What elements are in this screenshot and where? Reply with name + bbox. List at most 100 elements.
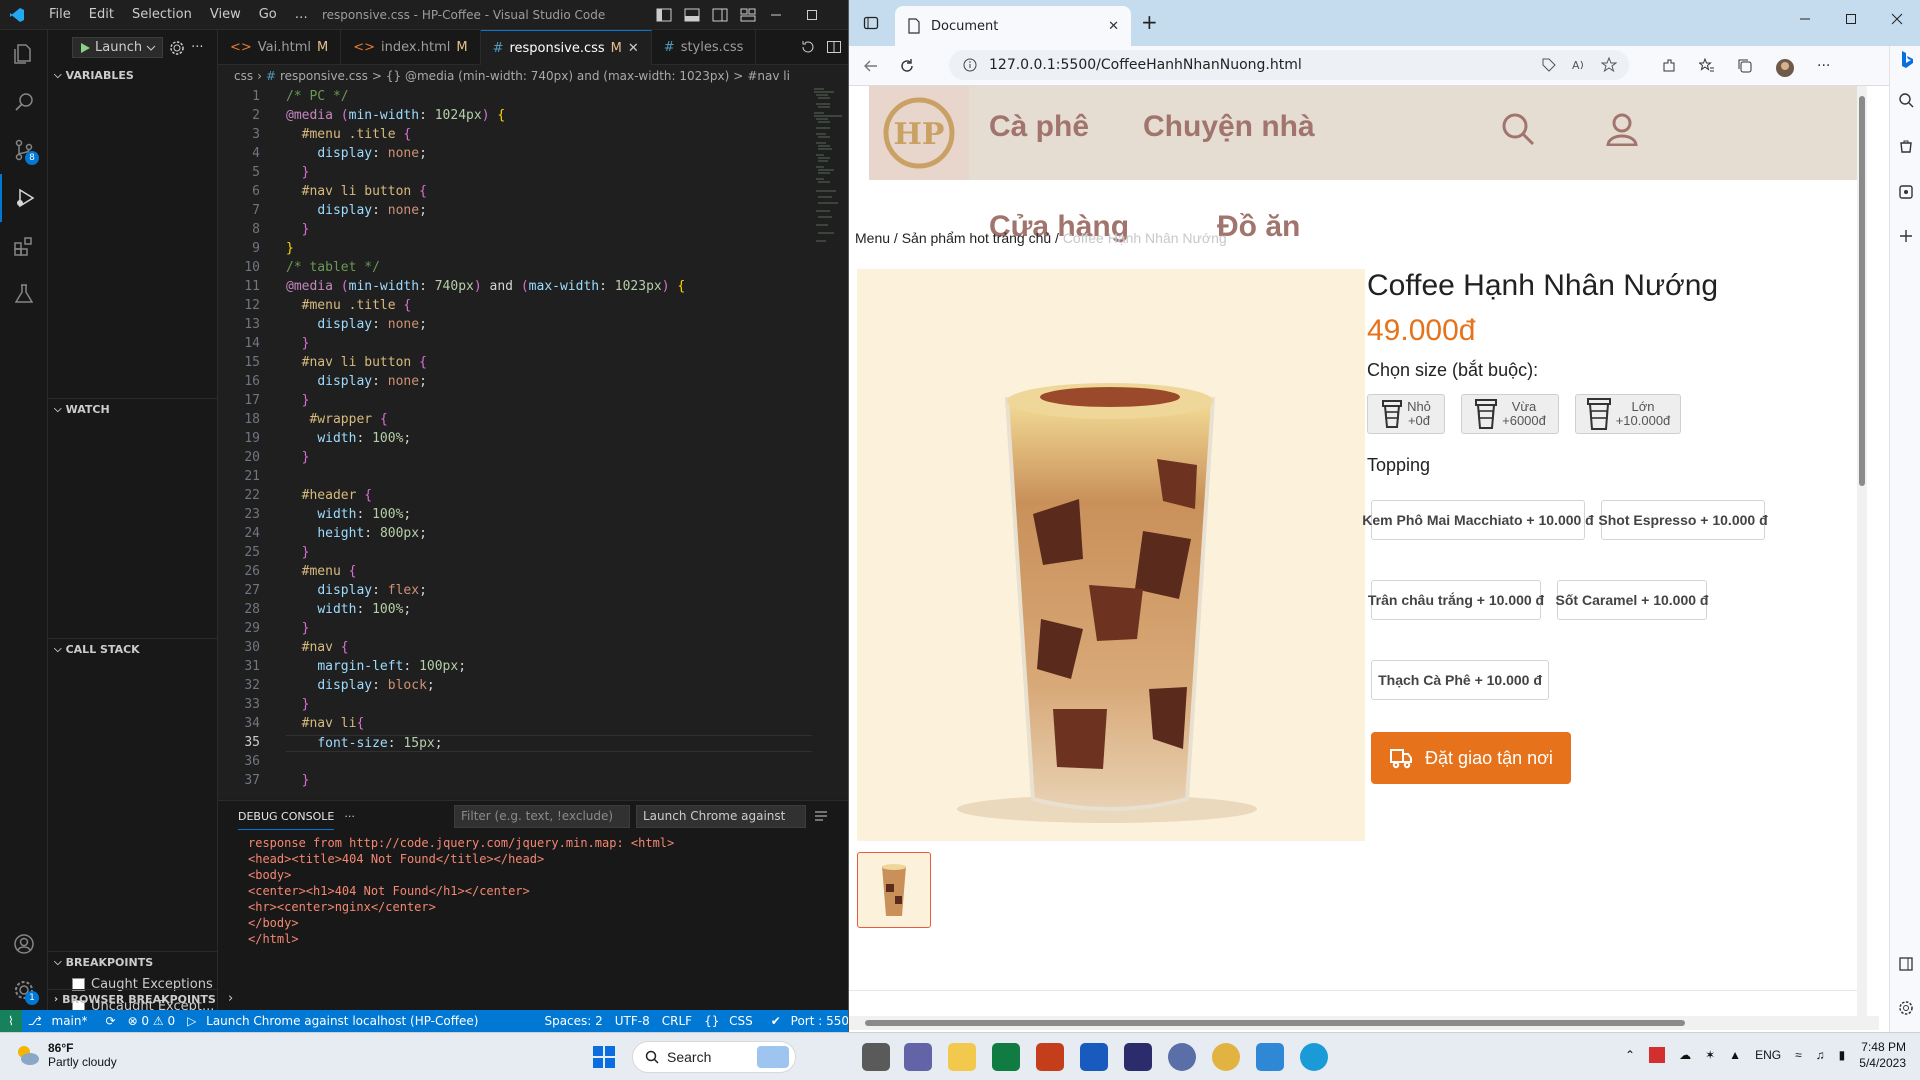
menu-more[interactable]: … [286,7,317,22]
watch-section[interactable]: ⌵ WATCH [48,398,218,420]
extensions-icon[interactable] [1661,58,1677,74]
search-icon[interactable] [1501,112,1535,146]
tray-app-icon[interactable] [1649,1047,1666,1063]
toggle-secondary-sidebar-icon[interactable] [712,7,728,23]
scroll-thumb[interactable] [865,1020,1685,1026]
clear-console-icon[interactable] [814,809,828,823]
extensions-icon[interactable] [0,222,48,270]
new-tab-icon[interactable]: + [1141,10,1158,34]
call-stack-section[interactable]: ⌵ CALL STACK [48,638,218,660]
weather-widget[interactable]: 86°F Partly cloudy [14,1041,117,1069]
tools-icon[interactable] [1898,184,1914,200]
problems-status[interactable]: ⊗ 0 ⚠ 0 [122,1014,182,1028]
close-icon[interactable] [1891,12,1903,26]
refresh-icon[interactable] [899,58,915,74]
horizontal-scrollbar[interactable] [849,1016,1879,1030]
menu-selection[interactable]: Selection [123,7,201,22]
add-sidebar-app-icon[interactable] [1898,228,1914,244]
start-debugging-icon[interactable] [79,42,91,54]
start-windows-icon[interactable] [592,1045,616,1069]
console-input-prompt-icon[interactable]: › [228,991,233,1006]
remote-indicator-icon[interactable]: ⌇ [0,1010,22,1032]
topping-coffee-jelly-button[interactable]: Thạch Cà Phê + 10.000 đ [1371,660,1549,700]
crumb-hot[interactable]: Sản phẩm hot trảng chủ [902,230,1051,246]
close-tab-icon[interactable]: ✕ [628,41,639,56]
menu-go[interactable]: Go [250,7,286,22]
minimize-icon[interactable] [1799,12,1811,26]
volume-icon[interactable]: ♫ [1816,1048,1825,1062]
teams-chat-icon[interactable] [904,1043,932,1071]
source-control-icon[interactable]: 8 [0,126,48,174]
manage-gear-icon[interactable]: 1 [0,966,48,1014]
favorite-star-icon[interactable] [1601,57,1617,73]
toggle-sidebar-icon[interactable] [656,7,672,23]
run-debug-icon[interactable] [0,174,48,222]
word-icon[interactable] [1080,1043,1108,1071]
menu-view[interactable]: View [201,7,250,22]
testing-icon[interactable] [0,270,48,318]
size-medium-button[interactable]: Vừa +6000đ [1461,394,1559,434]
breakpoints-section[interactable]: ⌵ BREAKPOINTS [48,951,218,973]
browser-tab-document[interactable]: Document ✕ [895,6,1131,46]
bing-copilot-icon[interactable] [1898,50,1916,68]
back-icon[interactable] [863,58,879,74]
tab-vai-html[interactable]: <> Vai.html M [218,30,342,65]
crumb-menu[interactable]: Menu [855,230,890,246]
tab-styles-css[interactable]: # styles.css [652,30,757,65]
size-small-button[interactable]: Nhỏ +0đ [1367,394,1445,434]
read-aloud-icon[interactable]: A [1571,57,1587,73]
debug-launch-status[interactable]: ▷ Launch Chrome against localhost (HP-Co… [181,1014,490,1028]
menu-edit[interactable]: Edit [80,7,123,22]
sync-icon[interactable]: ⟳ [100,1014,122,1028]
accounts-icon[interactable] [0,920,48,968]
battery-icon[interactable]: ▮ [1839,1048,1846,1062]
dev-cpp-icon[interactable] [1124,1043,1152,1071]
tab-index-html[interactable]: <> index.html M [341,30,481,65]
show-hidden-icons[interactable]: ⌃ [1625,1048,1635,1062]
chrome-icon[interactable] [1212,1043,1240,1071]
maximize-icon[interactable] [806,7,818,23]
topping-espresso-button[interactable]: Shot Espresso + 10.000 đ [1598,500,1768,540]
encoding-status[interactable]: UTF-8 [609,1014,656,1028]
nav-story[interactable]: Chuyện nhà [1143,110,1315,144]
task-view-icon[interactable] [862,1043,890,1071]
file-explorer-icon[interactable] [948,1043,976,1071]
branch-status[interactable]: ⎇ main* [22,1014,100,1028]
order-delivery-button[interactable]: Đặt giao tận nơi [1371,732,1571,784]
tab-actions-icon[interactable] [863,15,879,31]
vscode-logo-icon[interactable] [0,7,34,23]
app-icon[interactable] [1168,1043,1196,1071]
taskbar-search-box[interactable]: Search [632,1041,796,1073]
user-icon[interactable] [1605,112,1639,146]
debug-settings-gear-icon[interactable] [169,40,185,56]
product-thumbnail[interactable] [857,852,931,928]
vscode-taskbar-icon[interactable] [1256,1043,1284,1071]
customize-layout-icon[interactable] [740,7,756,23]
bluetooth-icon[interactable]: ✶ [1705,1048,1715,1062]
sidebar-layout-icon[interactable] [1898,956,1914,972]
edge-taskbar-icon[interactable] [1300,1043,1328,1071]
wifi-icon[interactable]: ≈ [1795,1048,1802,1062]
more-actions-icon[interactable]: ··· [191,40,203,55]
vertical-scrollbar[interactable] [1857,86,1867,1016]
panel-more-icon[interactable]: ··· [344,810,355,823]
breadcrumb-selector[interactable]: #nav li [747,69,790,83]
minimap[interactable] [812,87,848,797]
split-editor-icon[interactable] [826,39,842,55]
explorer-icon[interactable] [0,30,48,78]
close-tab-icon[interactable]: ✕ [1108,19,1119,34]
minimize-icon[interactable] [770,7,782,23]
launch-session-select[interactable]: Launch Chrome against [636,805,806,828]
topping-caramel-button[interactable]: Sốt Caramel + 10.000 đ [1556,580,1708,620]
console-filter-input[interactable]: Filter (e.g. text, !exclude) [454,805,630,828]
profile-avatar[interactable] [1775,58,1795,78]
tag-icon[interactable] [1541,57,1557,73]
site-logo[interactable]: HP [869,86,969,180]
sidebar-search-icon[interactable] [1898,92,1914,108]
tab-debug-console[interactable]: DEBUG CONSOLE [238,802,335,830]
topping-pearl-button[interactable]: Trân châu trắng + 10.000 đ [1368,580,1544,620]
settings-more-icon[interactable]: ··· [1817,58,1830,78]
code-editor[interactable]: 1 2 3 4 5 6 7 8 9 10 11 12 13 14 15 16 17 18 19 20 21 22 23 24 2… [218,87,818,797]
open-changes-icon[interactable] [800,39,816,55]
sidebar-settings-icon[interactable] [1898,1000,1914,1016]
